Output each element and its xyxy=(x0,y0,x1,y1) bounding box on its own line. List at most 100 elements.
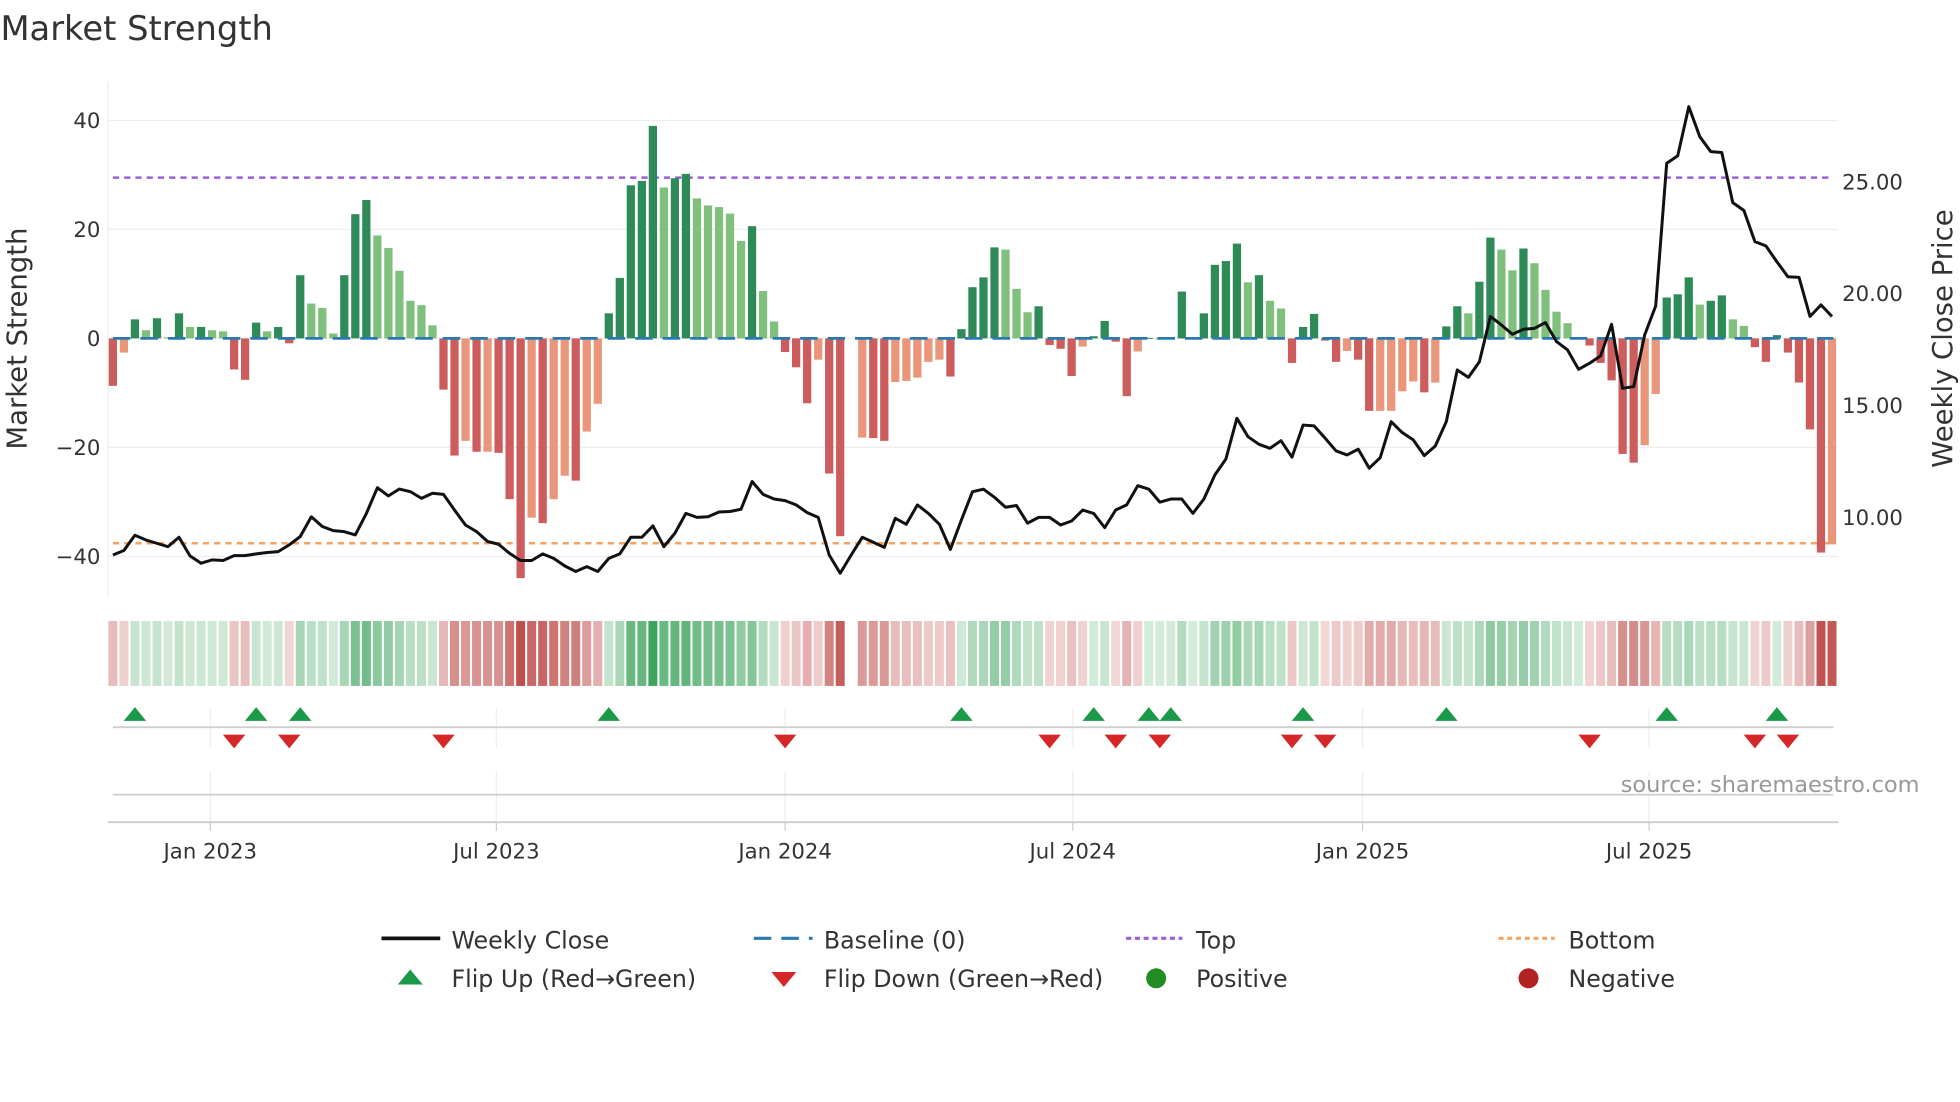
heat-strip-cell xyxy=(1827,620,1837,686)
heat-strip-cell xyxy=(1331,620,1341,686)
heat-strip-cell xyxy=(1375,620,1385,686)
heat-strip-cell xyxy=(461,620,471,686)
strength-bar xyxy=(241,338,250,380)
flip-down-marker xyxy=(1038,734,1061,749)
strength-bar xyxy=(450,338,459,456)
flip-down-marker xyxy=(1148,734,1172,749)
strength-bar xyxy=(1717,295,1726,339)
strength-bar xyxy=(1508,270,1517,339)
heat-strip-cell xyxy=(1056,620,1066,686)
heat-strip-cell xyxy=(901,620,911,686)
heat-strip-cell xyxy=(615,620,625,686)
heat-strip-cell xyxy=(1574,620,1584,686)
strength-bar xyxy=(648,125,657,339)
strength-bar xyxy=(604,313,613,339)
heat-strip-cell xyxy=(1155,620,1165,686)
heat-strip-cell xyxy=(912,620,922,686)
heat-strip-cell xyxy=(945,620,955,686)
flip-up-marker xyxy=(597,707,621,721)
strength-bar xyxy=(681,173,691,339)
flip-up-marker xyxy=(1082,707,1105,721)
strength-bar xyxy=(505,338,514,500)
heat-strip-cell xyxy=(1342,620,1352,686)
heat-strip-cell xyxy=(626,620,636,686)
heat-strip-cell xyxy=(681,620,691,686)
strength-bar xyxy=(1827,338,1837,545)
heat-strip-cell xyxy=(306,620,316,686)
strength-bar xyxy=(1298,326,1308,339)
strength-bar xyxy=(1034,306,1043,339)
heat-strip-cell xyxy=(670,620,680,686)
strength-bar xyxy=(758,290,768,339)
strength-bar xyxy=(957,329,966,339)
heat-strip-cell xyxy=(1276,620,1286,686)
heat-strip-cell xyxy=(1629,620,1639,686)
flip-up-marker xyxy=(288,707,312,721)
heat-strip-cell xyxy=(802,620,812,686)
flip-down-marker xyxy=(432,734,455,749)
strength-bar xyxy=(362,200,371,339)
strength-bar xyxy=(692,198,702,339)
strength-bar xyxy=(1805,338,1815,430)
strength-bar xyxy=(1695,304,1704,339)
strength-bar xyxy=(1012,288,1021,339)
strength-bar xyxy=(395,270,404,339)
heat-strip-cell xyxy=(505,620,515,686)
strength-bar xyxy=(979,277,988,339)
heat-strip-cell xyxy=(372,620,382,686)
strength-bar xyxy=(472,338,481,452)
heat-strip-cell xyxy=(648,620,658,686)
heat-strip-cell xyxy=(1673,620,1683,686)
heat-strip-cell xyxy=(1728,620,1738,686)
strength-bar xyxy=(152,318,162,339)
heat-strip-cell xyxy=(791,620,801,686)
strength-bar xyxy=(108,338,118,386)
strength-bar xyxy=(825,338,834,474)
strength-bar xyxy=(373,235,382,339)
heat-strip-cell xyxy=(560,620,570,686)
heat-strip-cell xyxy=(1739,620,1749,686)
strength-bar xyxy=(527,338,536,518)
heat-strip-cell xyxy=(152,620,162,686)
heat-strip-cell xyxy=(405,620,415,686)
heat-strip-cell xyxy=(483,620,493,686)
strength-bar xyxy=(747,226,757,339)
heat-strip-cell xyxy=(835,620,845,686)
flip-down-marker xyxy=(1313,734,1337,749)
flip-up-marker xyxy=(1137,707,1161,721)
heat-strip-cell xyxy=(1122,620,1132,686)
strength-bar xyxy=(626,185,635,339)
heat-strip-cell xyxy=(438,620,448,686)
strength-bar xyxy=(1254,275,1264,339)
heat-strip-cell xyxy=(229,620,239,686)
heat-strip-cell xyxy=(923,620,933,686)
x-tick-label: Jul 2024 xyxy=(1028,839,1116,864)
heat-strip-cell xyxy=(516,620,526,686)
heat-strip-cell xyxy=(1750,620,1760,686)
heat-strip-cell xyxy=(934,620,944,686)
heat-strip-cell xyxy=(1045,620,1055,686)
legend-baseline-label: Baseline (0) xyxy=(824,926,966,954)
strength-bar xyxy=(1794,338,1804,383)
heat-strip-cell xyxy=(394,620,404,686)
heat-strip-cell xyxy=(416,620,426,686)
strength-bar xyxy=(1376,338,1385,411)
heat-strip-cell xyxy=(1706,620,1716,686)
strength-bar xyxy=(1420,338,1429,393)
legend-flip-up-label: Flip Up (Red→Green) xyxy=(451,965,696,993)
heat-strip-cell xyxy=(284,620,294,686)
strength-bar xyxy=(1651,338,1660,394)
heat-strip-cell xyxy=(1001,620,1011,686)
heat-strip-cell xyxy=(1265,620,1275,686)
flip-down-marker xyxy=(1280,734,1304,749)
strength-bar xyxy=(1442,326,1451,339)
strength-bar xyxy=(1475,281,1484,339)
y-tick-left: 20 xyxy=(73,218,100,243)
heat-strip-cell xyxy=(1463,620,1473,686)
y-axis-right-label: Weekly Close Price xyxy=(1927,209,1959,467)
strength-bar xyxy=(1706,300,1715,339)
strength-bar xyxy=(516,338,525,579)
heat-strip-cell xyxy=(725,620,735,686)
heat-strip-cell xyxy=(714,620,724,686)
strength-bar xyxy=(880,338,889,441)
